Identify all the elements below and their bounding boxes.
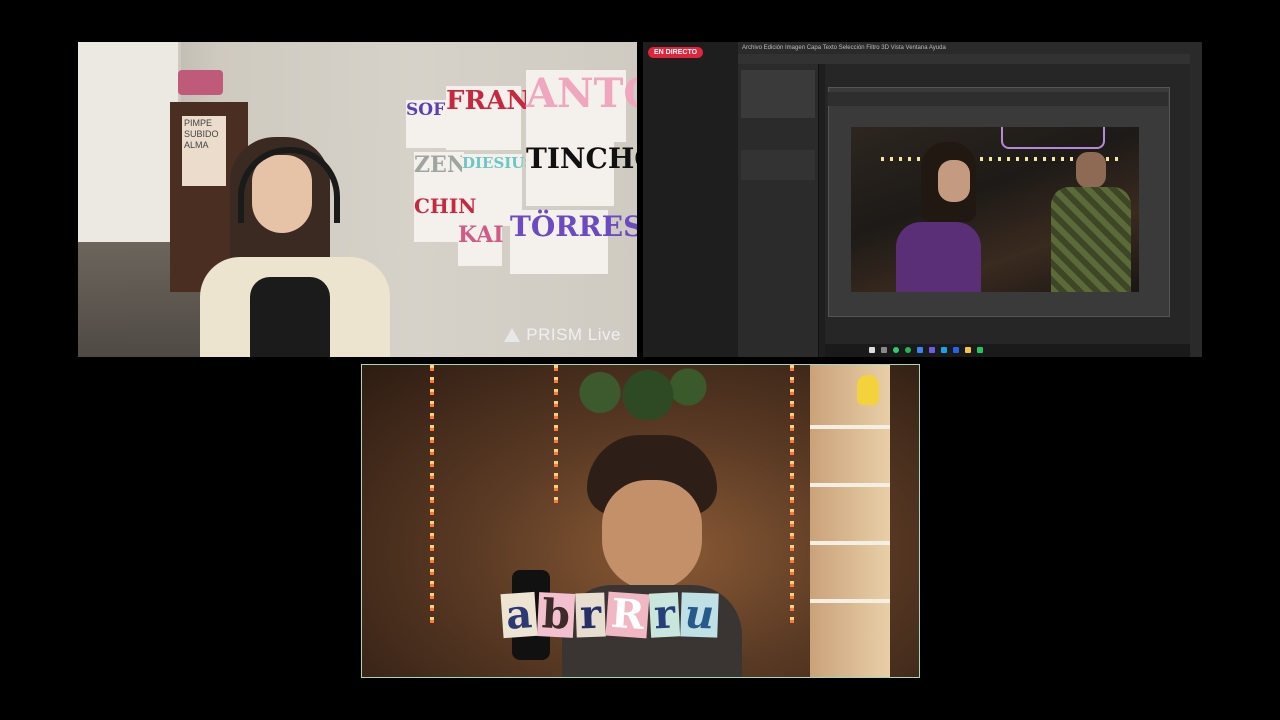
led-strip-left — [430, 365, 434, 625]
taskbar-icon[interactable] — [869, 347, 875, 353]
overlay-letter: a — [500, 590, 538, 639]
overlay-text: a b r R r u — [500, 590, 720, 639]
wall-paper-sofi: SOFI — [406, 100, 453, 148]
live-badge: EN DIRECTO — [648, 47, 704, 58]
taskbar-icon[interactable] — [941, 347, 947, 353]
wall-paper-zen: ZEN — [414, 152, 467, 196]
streamer-left — [190, 117, 390, 357]
photoshop-menubar[interactable]: Archivo Edición Imagen Capa Texto Selecc… — [738, 42, 1202, 54]
neon-sign — [1001, 127, 1105, 149]
led-strip-right — [790, 365, 794, 625]
taskbar-icon[interactable] — [953, 347, 959, 353]
minion-figure — [857, 375, 879, 405]
overlay-letter: b — [536, 590, 576, 639]
door — [78, 42, 181, 252]
wall-paper-franco: FRANCO — [446, 86, 573, 150]
webcam-tile-left: PIMPE SUBIDO ALMA SOFI FRANCO ANTO ZEN D… — [78, 42, 637, 357]
overlay-letter: u — [680, 591, 720, 638]
streamer-bottom — [562, 435, 742, 677]
photoshop-options-bar[interactable] — [738, 54, 1202, 64]
overlay-letter: R — [605, 590, 650, 639]
document-toolbar[interactable] — [828, 92, 1168, 106]
screen-share-tile: EN DIRECTO Archivo Edición Imagen Capa T… — [643, 42, 1202, 357]
taskbar-icon[interactable] — [977, 347, 983, 353]
wall-paper-torres: TÖRRES — [510, 210, 637, 274]
prism-live-label: PRISM Live — [526, 325, 621, 344]
prism-logo-icon — [504, 328, 521, 342]
taskbar-icon[interactable] — [965, 347, 971, 353]
taskbar-icon[interactable] — [893, 347, 899, 353]
properties-panel[interactable] — [741, 70, 815, 118]
game-screenshot-image — [851, 127, 1139, 292]
layers-panel[interactable] — [741, 150, 815, 180]
character-woman — [886, 142, 981, 292]
wall-paper-anto: ANTO — [526, 70, 637, 142]
prism-live-watermark: PRISM Live — [504, 325, 621, 345]
wall-paper-kai: KAI — [458, 222, 504, 266]
taskbar-icon[interactable] — [905, 347, 911, 353]
overlay-letter: r — [575, 591, 606, 638]
taskbar[interactable] — [825, 344, 1201, 357]
hanging-plants — [552, 365, 712, 420]
character-man — [1051, 152, 1131, 292]
tools-panel[interactable] — [1190, 54, 1202, 357]
taskbar-icon[interactable] — [929, 347, 935, 353]
overlay-letter: r — [649, 590, 681, 639]
taskbar-icon[interactable] — [917, 347, 923, 353]
wall-paper-chin: CHIN — [414, 194, 476, 242]
taskbar-icon[interactable] — [881, 347, 887, 353]
wall-paper-tincho: TINCHO — [526, 142, 637, 206]
shelf-box — [178, 70, 223, 95]
bookshelf — [810, 365, 890, 677]
webcam-tile-bottom: a b r R r u — [361, 364, 920, 678]
